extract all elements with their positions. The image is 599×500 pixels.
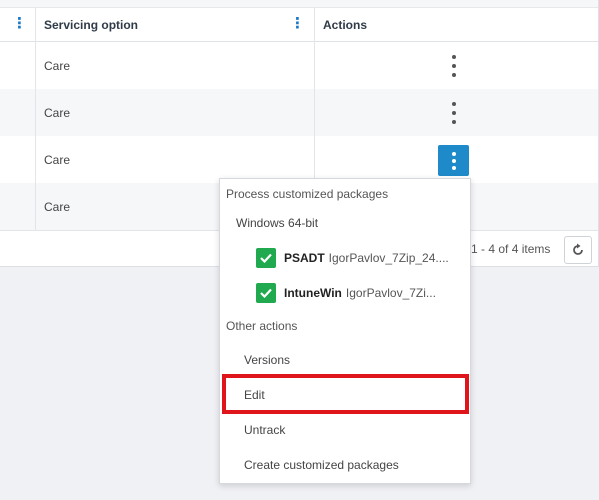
package-name: IgorPavlov_7Zi...: [345, 286, 436, 300]
table-row: Care: [0, 89, 598, 136]
refresh-button[interactable]: [564, 236, 592, 264]
package-type: IntuneWin: [284, 286, 342, 300]
menu-item-untrack[interactable]: Untrack: [244, 423, 285, 437]
menu-package-intunewin[interactable]: IntuneWin IgorPavlov_7Zi...: [256, 283, 456, 303]
kebab-icon[interactable]: [438, 145, 469, 176]
table-row: Care: [0, 42, 598, 89]
refresh-icon: [573, 243, 583, 255]
pager-info: 1 - 4 of 4 items: [471, 242, 551, 256]
table-row: Care: [0, 136, 598, 183]
edit-highlight-box: [222, 374, 469, 414]
servicing-cell: Care: [44, 59, 71, 73]
servicing-cell: Care: [44, 153, 71, 167]
column-divider: [35, 8, 36, 230]
table-header: ⋮ Servicing option ⋮ Actions: [0, 8, 598, 42]
menu-section-custom: Process customized packages: [226, 187, 389, 201]
servicing-cell: Care: [44, 106, 71, 120]
check-icon: [256, 283, 276, 303]
column-menu-icon[interactable]: ⋮: [290, 16, 305, 31]
check-icon: [256, 248, 276, 268]
kebab-icon[interactable]: [447, 55, 461, 77]
package-type: PSADT: [284, 251, 325, 265]
menu-platform-label: Windows 64-bit: [236, 216, 319, 230]
menu-package-psadt[interactable]: PSADT IgorPavlov_7Zip_24....: [256, 248, 456, 268]
servicing-cell: Care: [44, 200, 71, 214]
table-top-strip: [0, 0, 598, 8]
menu-item-versions[interactable]: Versions: [244, 353, 290, 367]
column-menu-icon[interactable]: ⋮: [12, 16, 27, 31]
kebab-icon[interactable]: [447, 102, 461, 124]
column-header-servicing[interactable]: Servicing option: [44, 18, 138, 32]
menu-section-other: Other actions: [226, 319, 298, 333]
actions-menu: Process customized packages Windows 64-b…: [219, 178, 471, 484]
column-header-actions: Actions: [323, 18, 368, 32]
package-name: IgorPavlov_7Zip_24....: [328, 251, 449, 265]
menu-item-create-customized[interactable]: Create customized packages: [244, 458, 399, 472]
